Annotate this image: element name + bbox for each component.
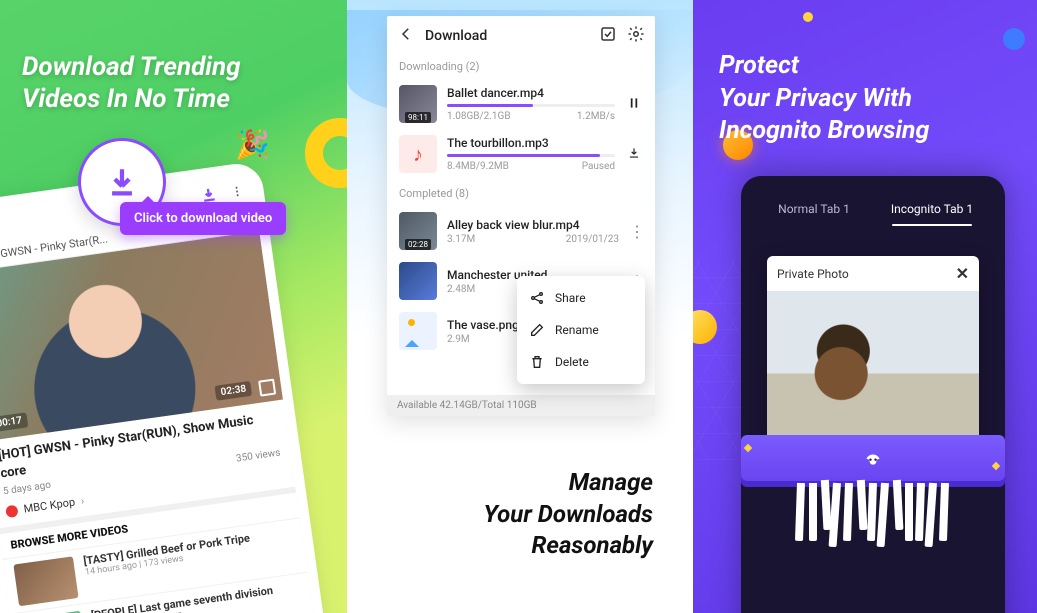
tab-incognito[interactable]: Incognito Tab 1 (873, 192, 991, 228)
private-photo-card: Private Photo ✕ (767, 256, 979, 441)
file-size: 2.48M (447, 284, 475, 295)
promo-panel-manage-downloads: Download Downloading (2) 98:11 Ballet da… (347, 0, 693, 613)
download-item[interactable]: The tourbillon.mp3 8.4MB/9.2MB Paused (387, 129, 655, 179)
download-item[interactable]: 98:11 Ballet dancer.mp4 1.08GB/2.1GB 1.2… (387, 79, 655, 129)
headline-line: Incognito Browsing (719, 115, 929, 148)
menu-rename-label: Rename (555, 323, 599, 337)
file-name: The tourbillon.mp3 (447, 136, 615, 150)
progress-bar (447, 104, 615, 107)
download-rate: 1.2MB/s (577, 111, 615, 122)
headline-line: Protect (719, 50, 929, 83)
promo-panel-incognito: Protect Your Privacy With Incognito Brow… (693, 0, 1037, 613)
file-thumb-icon: 98:11 (399, 85, 437, 123)
card-title: Private Photo (777, 267, 849, 281)
caption-line: Your Downloads (484, 499, 653, 530)
decor-orb (1003, 28, 1025, 50)
file-date: 2019/01/23 (566, 234, 619, 245)
download-screen-header: Download (387, 16, 655, 56)
promo-panel-download-trending: Download Trending Videos In No Time 🎉 Cl… (0, 0, 347, 613)
private-photo (767, 291, 979, 441)
file-name: Alley back view blur.mp4 (447, 218, 619, 232)
headline-line: Download Trending (22, 52, 241, 84)
item-more-icon[interactable]: ⋮ (629, 222, 643, 241)
storage-summary: Available 42.14GB/Total 110GB (387, 395, 655, 416)
file-size: 1.08GB/2.1GB (447, 111, 511, 122)
download-tooltip: Click to download video (120, 202, 286, 235)
shredder-graphic (741, 435, 1005, 547)
channel-name[interactable]: MBC Kpop (23, 495, 76, 517)
decor-orb (803, 12, 813, 22)
more-menu-icon[interactable]: ⋮ (231, 184, 245, 199)
menu-share[interactable]: Share (517, 282, 645, 314)
shredded-strips (741, 481, 1005, 547)
decor-ring (305, 118, 347, 188)
download-status: Paused (582, 161, 615, 172)
menu-delete-label: Delete (555, 355, 589, 369)
completed-item[interactable]: 02:28 Alley back view blur.mp4 3.17M 201… (387, 206, 655, 256)
section-downloading: Downloading (2) (387, 56, 655, 79)
close-icon[interactable]: ✕ (956, 264, 969, 283)
incognito-mask-icon (863, 448, 883, 468)
screen-title: Download (425, 28, 487, 44)
menu-delete[interactable]: Delete (517, 346, 645, 378)
channel-avatar-icon (5, 505, 19, 519)
file-thumb-icon (399, 312, 437, 350)
chevron-right-icon[interactable]: › (80, 494, 85, 509)
item-context-menu: Share Rename Delete (517, 276, 645, 384)
headline-line: Videos In No Time (22, 84, 241, 116)
panel2-caption: Manage Your Downloads Reasonably (484, 467, 653, 561)
settings-icon[interactable] (627, 25, 645, 47)
menu-rename[interactable]: Rename (517, 314, 645, 346)
back-icon[interactable] (397, 25, 415, 47)
panel3-headline: Protect Your Privacy With Incognito Brow… (719, 50, 929, 148)
duration-badge: 98:11 (405, 112, 431, 123)
video-age: 5 days ago (2, 479, 52, 499)
fullscreen-icon[interactable] (258, 379, 276, 397)
tab-normal[interactable]: Normal Tab 1 (755, 192, 873, 228)
section-completed: Completed (8) (387, 183, 655, 206)
duration-badge: 02:28 (405, 239, 431, 250)
shredder-bar (741, 435, 1005, 481)
file-size: 8.4MB/9.2MB (447, 161, 509, 172)
browser-tabs: Normal Tab 1 Incognito Tab 1 (755, 192, 991, 228)
file-thumb-icon (399, 262, 437, 300)
panel1-headline: Download Trending Videos In No Time (22, 52, 241, 115)
video-card: 00:17 02:38 [HOT] GWSN - Pinky Star(RUN)… (0, 231, 295, 529)
menu-share-label: Share (555, 291, 586, 305)
caption-line: Reasonably (484, 530, 653, 561)
file-thumb-icon: 02:28 (399, 212, 437, 250)
select-icon[interactable] (599, 25, 617, 47)
resume-download-icon[interactable] (625, 145, 643, 164)
video-views: 350 views (235, 447, 281, 467)
file-thumb-icon (399, 135, 437, 173)
file-size: 2.9M (447, 334, 470, 345)
pause-icon[interactable] (625, 95, 643, 114)
file-size: 3.17M (447, 234, 475, 245)
phone-mock-incognito: Normal Tab 1 Incognito Tab 1 Private Pho… (741, 176, 1005, 613)
caption-line: Manage (484, 467, 653, 498)
phone-mock-downloads: Download Downloading (2) 98:11 Ballet da… (387, 16, 655, 416)
file-name: Ballet dancer.mp4 (447, 86, 615, 100)
confetti-icon: 🎉 (235, 128, 270, 161)
video-thumb-icon (13, 557, 78, 607)
progress-bar (447, 154, 615, 157)
headline-line: Your Privacy With (719, 83, 929, 116)
